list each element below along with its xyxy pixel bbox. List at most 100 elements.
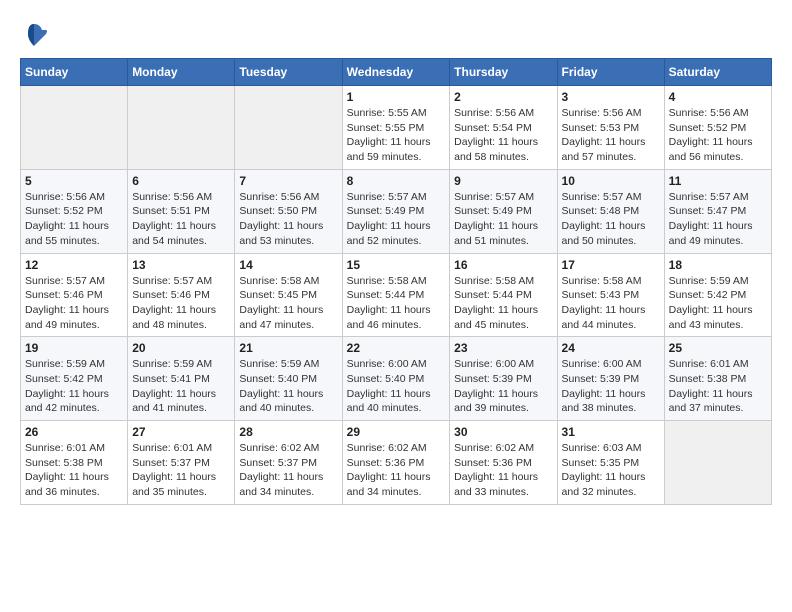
day-info: Sunrise: 5:57 AM Sunset: 5:46 PM Dayligh… — [25, 274, 123, 333]
calendar-cell: 19 Sunrise: 5:59 AM Sunset: 5:42 PM Dayli… — [21, 337, 128, 421]
day-info: Sunrise: 6:01 AM Sunset: 5:38 PM Dayligh… — [25, 441, 123, 500]
day-info: Sunrise: 6:03 AM Sunset: 5:35 PM Dayligh… — [562, 441, 660, 500]
day-info: Sunrise: 5:57 AM Sunset: 5:48 PM Dayligh… — [562, 190, 660, 249]
weekday-header: Wednesday — [342, 59, 450, 86]
day-info: Sunrise: 5:59 AM Sunset: 5:42 PM Dayligh… — [25, 357, 123, 416]
calendar-cell: 8 Sunrise: 5:57 AM Sunset: 5:49 PM Daylig… — [342, 169, 450, 253]
calendar-cell: 25 Sunrise: 6:01 AM Sunset: 5:38 PM Dayli… — [664, 337, 771, 421]
day-number: 1 — [347, 90, 446, 104]
calendar-cell — [664, 421, 771, 505]
calendar-cell: 22Sunrise: 6:00 AM Sunset: 5:40 PM Dayli… — [342, 337, 450, 421]
day-info: Sunrise: 5:57 AM Sunset: 5:49 PM Dayligh… — [454, 190, 552, 249]
calendar-cell: 21 Sunrise: 5:59 AM Sunset: 5:40 PM Dayli… — [235, 337, 342, 421]
day-number: 5 — [25, 174, 123, 188]
day-info: Sunrise: 5:55 AM Sunset: 5:55 PM Dayligh… — [347, 106, 446, 165]
day-info: Sunrise: 6:02 AM Sunset: 5:36 PM Dayligh… — [454, 441, 552, 500]
day-number: 11 — [669, 174, 767, 188]
calendar-week-row: 19 Sunrise: 5:59 AM Sunset: 5:42 PM Dayli… — [21, 337, 772, 421]
calendar-cell: 29 Sunrise: 6:02 AM Sunset: 5:36 PM Dayli… — [342, 421, 450, 505]
day-info: Sunrise: 6:02 AM Sunset: 5:36 PM Dayligh… — [347, 441, 446, 500]
calendar-cell: 31Sunrise: 6:03 AM Sunset: 5:35 PM Dayli… — [557, 421, 664, 505]
day-info: Sunrise: 5:58 AM Sunset: 5:43 PM Dayligh… — [562, 274, 660, 333]
day-number: 4 — [669, 90, 767, 104]
day-number: 26 — [25, 425, 123, 439]
day-number: 7 — [239, 174, 337, 188]
day-info: Sunrise: 6:01 AM Sunset: 5:38 PM Dayligh… — [669, 357, 767, 416]
weekday-header: Tuesday — [235, 59, 342, 86]
day-number: 23 — [454, 341, 552, 355]
calendar-cell: 7Sunrise: 5:56 AM Sunset: 5:50 PM Daylig… — [235, 169, 342, 253]
day-number: 21 — [239, 341, 337, 355]
day-number: 13 — [132, 258, 230, 272]
day-number: 14 — [239, 258, 337, 272]
calendar-cell: 5 Sunrise: 5:56 AM Sunset: 5:52 PM Daylig… — [21, 169, 128, 253]
calendar-cell: 14 Sunrise: 5:58 AM Sunset: 5:45 PM Dayli… — [235, 253, 342, 337]
day-number: 15 — [347, 258, 446, 272]
day-info: Sunrise: 5:56 AM Sunset: 5:51 PM Dayligh… — [132, 190, 230, 249]
calendar-cell — [128, 86, 235, 170]
calendar-cell — [21, 86, 128, 170]
weekday-header: Sunday — [21, 59, 128, 86]
calendar-cell: 30Sunrise: 6:02 AM Sunset: 5:36 PM Dayli… — [450, 421, 557, 505]
calendar-cell: 2 Sunrise: 5:56 AM Sunset: 5:54 PM Daylig… — [450, 86, 557, 170]
day-number: 18 — [669, 258, 767, 272]
calendar-cell: 3 Sunrise: 5:56 AM Sunset: 5:53 PM Daylig… — [557, 86, 664, 170]
calendar-week-row: 5 Sunrise: 5:56 AM Sunset: 5:52 PM Daylig… — [21, 169, 772, 253]
day-info: Sunrise: 5:57 AM Sunset: 5:47 PM Dayligh… — [669, 190, 767, 249]
calendar-cell: 12 Sunrise: 5:57 AM Sunset: 5:46 PM Dayli… — [21, 253, 128, 337]
calendar-cell: 18 Sunrise: 5:59 AM Sunset: 5:42 PM Dayli… — [664, 253, 771, 337]
day-info: Sunrise: 5:56 AM Sunset: 5:54 PM Dayligh… — [454, 106, 552, 165]
calendar-cell: 23 Sunrise: 6:00 AM Sunset: 5:39 PM Dayli… — [450, 337, 557, 421]
day-info: Sunrise: 6:02 AM Sunset: 5:37 PM Dayligh… — [239, 441, 337, 500]
calendar-cell: 4 Sunrise: 5:56 AM Sunset: 5:52 PM Daylig… — [664, 86, 771, 170]
calendar-week-row: 12 Sunrise: 5:57 AM Sunset: 5:46 PM Dayli… — [21, 253, 772, 337]
calendar-cell: 16 Sunrise: 5:58 AM Sunset: 5:44 PM Dayli… — [450, 253, 557, 337]
day-number: 10 — [562, 174, 660, 188]
day-info: Sunrise: 5:56 AM Sunset: 5:52 PM Dayligh… — [669, 106, 767, 165]
day-info: Sunrise: 5:56 AM Sunset: 5:53 PM Dayligh… — [562, 106, 660, 165]
calendar-cell: 6 Sunrise: 5:56 AM Sunset: 5:51 PM Daylig… — [128, 169, 235, 253]
calendar-cell: 26 Sunrise: 6:01 AM Sunset: 5:38 PM Dayli… — [21, 421, 128, 505]
weekday-header: Friday — [557, 59, 664, 86]
calendar-cell: 13 Sunrise: 5:57 AM Sunset: 5:46 PM Dayli… — [128, 253, 235, 337]
calendar-cell: 28Sunrise: 6:02 AM Sunset: 5:37 PM Dayli… — [235, 421, 342, 505]
calendar-cell: 11 Sunrise: 5:57 AM Sunset: 5:47 PM Dayli… — [664, 169, 771, 253]
calendar-cell: 15Sunrise: 5:58 AM Sunset: 5:44 PM Dayli… — [342, 253, 450, 337]
day-number: 29 — [347, 425, 446, 439]
day-number: 22 — [347, 341, 446, 355]
page-header — [20, 20, 772, 48]
day-info: Sunrise: 6:01 AM Sunset: 5:37 PM Dayligh… — [132, 441, 230, 500]
calendar-cell: 17Sunrise: 5:58 AM Sunset: 5:43 PM Dayli… — [557, 253, 664, 337]
day-info: Sunrise: 5:56 AM Sunset: 5:52 PM Dayligh… — [25, 190, 123, 249]
weekday-header: Monday — [128, 59, 235, 86]
day-info: Sunrise: 5:57 AM Sunset: 5:46 PM Dayligh… — [132, 274, 230, 333]
day-number: 27 — [132, 425, 230, 439]
day-number: 9 — [454, 174, 552, 188]
day-info: Sunrise: 5:58 AM Sunset: 5:44 PM Dayligh… — [454, 274, 552, 333]
calendar-body: 1 Sunrise: 5:55 AM Sunset: 5:55 PM Daylig… — [21, 86, 772, 505]
day-number: 8 — [347, 174, 446, 188]
day-number: 3 — [562, 90, 660, 104]
day-info: Sunrise: 5:59 AM Sunset: 5:42 PM Dayligh… — [669, 274, 767, 333]
calendar-cell: 10 Sunrise: 5:57 AM Sunset: 5:48 PM Dayli… — [557, 169, 664, 253]
calendar-cell: 24 Sunrise: 6:00 AM Sunset: 5:39 PM Dayli… — [557, 337, 664, 421]
day-info: Sunrise: 6:00 AM Sunset: 5:39 PM Dayligh… — [562, 357, 660, 416]
day-number: 16 — [454, 258, 552, 272]
calendar-cell: 1 Sunrise: 5:55 AM Sunset: 5:55 PM Daylig… — [342, 86, 450, 170]
day-info: Sunrise: 6:00 AM Sunset: 5:39 PM Dayligh… — [454, 357, 552, 416]
day-info: Sunrise: 5:58 AM Sunset: 5:45 PM Dayligh… — [239, 274, 337, 333]
day-info: Sunrise: 5:59 AM Sunset: 5:40 PM Dayligh… — [239, 357, 337, 416]
day-info: Sunrise: 5:57 AM Sunset: 5:49 PM Dayligh… — [347, 190, 446, 249]
weekday-header: Saturday — [664, 59, 771, 86]
weekday-header: Thursday — [450, 59, 557, 86]
calendar-cell: 9 Sunrise: 5:57 AM Sunset: 5:49 PM Daylig… — [450, 169, 557, 253]
day-number: 25 — [669, 341, 767, 355]
day-number: 24 — [562, 341, 660, 355]
day-number: 2 — [454, 90, 552, 104]
calendar-week-row: 1 Sunrise: 5:55 AM Sunset: 5:55 PM Daylig… — [21, 86, 772, 170]
calendar-cell: 27 Sunrise: 6:01 AM Sunset: 5:37 PM Dayli… — [128, 421, 235, 505]
calendar-cell: 20Sunrise: 5:59 AM Sunset: 5:41 PM Dayli… — [128, 337, 235, 421]
day-number: 12 — [25, 258, 123, 272]
day-number: 6 — [132, 174, 230, 188]
day-number: 19 — [25, 341, 123, 355]
